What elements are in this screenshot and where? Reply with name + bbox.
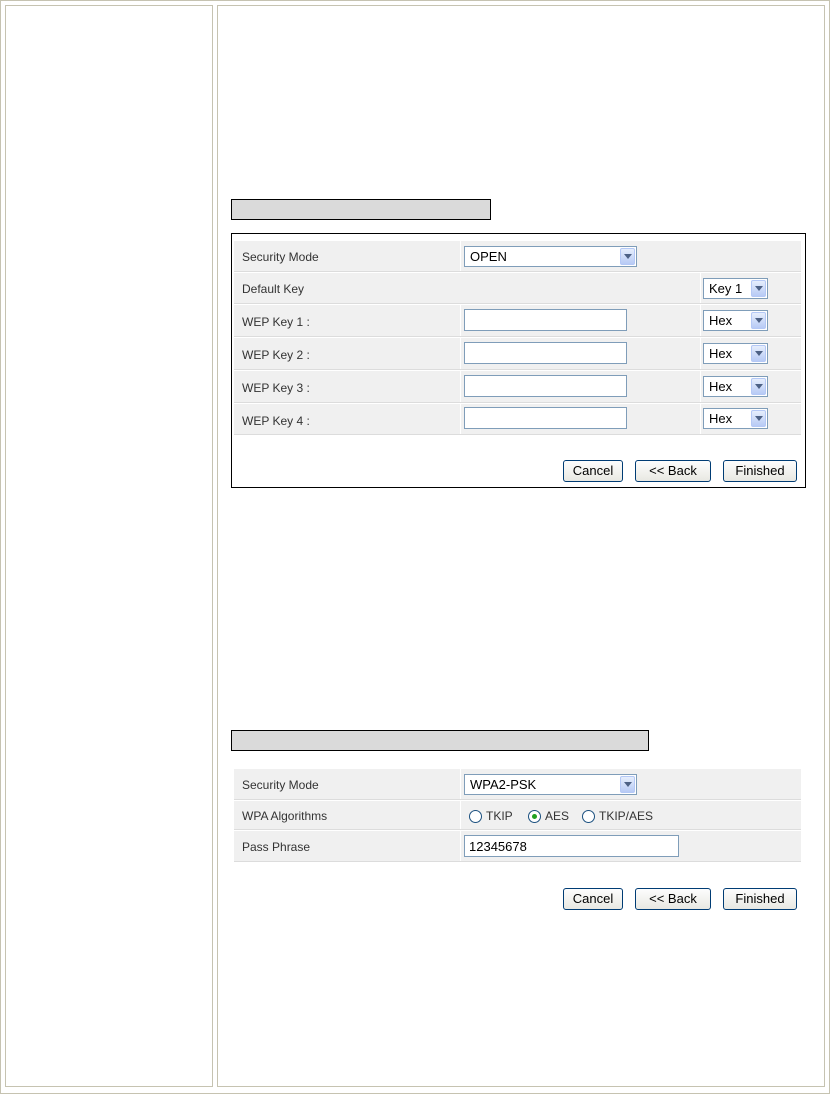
tkip-radio-label: TKIP: [486, 809, 513, 823]
wep-key-4-format-select[interactable]: Hex: [703, 408, 768, 429]
wep-key-3-input[interactable]: [464, 375, 627, 397]
chevron-down-icon: [751, 410, 766, 427]
finished-button[interactable]: Finished: [723, 460, 797, 482]
wpa-algorithms-label: WPA Algorithms: [242, 809, 328, 823]
aes-radio-label: AES: [545, 809, 570, 823]
wep-key-label: WEP Key 3 :: [242, 381, 310, 395]
chevron-down-icon: [751, 378, 766, 395]
wep-caption-bar: [231, 199, 491, 220]
chevron-down-icon: [620, 776, 635, 793]
security-mode-label: Security Mode: [242, 250, 319, 264]
wep-key-2-format-select[interactable]: Hex: [703, 343, 768, 364]
cancel-button[interactable]: Cancel: [563, 888, 623, 910]
back-button[interactable]: << Back: [635, 888, 711, 910]
cancel-button[interactable]: Cancel: [563, 460, 623, 482]
left-column: [5, 5, 213, 1087]
back-button[interactable]: << Back: [635, 460, 711, 482]
wep-key-1-format-select[interactable]: Hex: [703, 310, 768, 331]
security-mode-select[interactable]: OPEN: [464, 246, 637, 267]
tkip-radio[interactable]: [469, 810, 482, 823]
wep-key-1-input[interactable]: [464, 309, 627, 331]
chevron-down-icon: [751, 345, 766, 362]
wep-key-3-format-select[interactable]: Hex: [703, 376, 768, 397]
wpa-security-mode-select[interactable]: WPA2-PSK: [464, 774, 637, 795]
pass-phrase-label: Pass Phrase: [242, 840, 311, 854]
wep-key-label: WEP Key 2 :: [242, 348, 310, 362]
wep-key-label: WEP Key 4 :: [242, 414, 310, 428]
tkip-aes-radio[interactable]: [582, 810, 595, 823]
default-key-select[interactable]: Key 1: [703, 278, 768, 299]
finished-button[interactable]: Finished: [723, 888, 797, 910]
tkip-aes-radio-label: TKIP/AES: [599, 809, 654, 823]
security-mode-label: Security Mode: [242, 778, 319, 792]
wep-key-4-input[interactable]: [464, 407, 627, 429]
wep-key-2-input[interactable]: [464, 342, 627, 364]
aes-radio[interactable]: [528, 810, 541, 823]
chevron-down-icon: [751, 312, 766, 329]
wep-key-label: WEP Key 1 :: [242, 315, 310, 329]
main-column: [217, 5, 825, 1087]
wpa-algorithms-row: WPA Algorithms: [234, 801, 801, 830]
pass-phrase-input[interactable]: [464, 835, 679, 857]
chevron-down-icon: [620, 248, 635, 265]
default-key-label: Default Key: [242, 282, 305, 296]
wpa-caption-bar: [231, 730, 649, 751]
chevron-down-icon: [751, 280, 766, 297]
